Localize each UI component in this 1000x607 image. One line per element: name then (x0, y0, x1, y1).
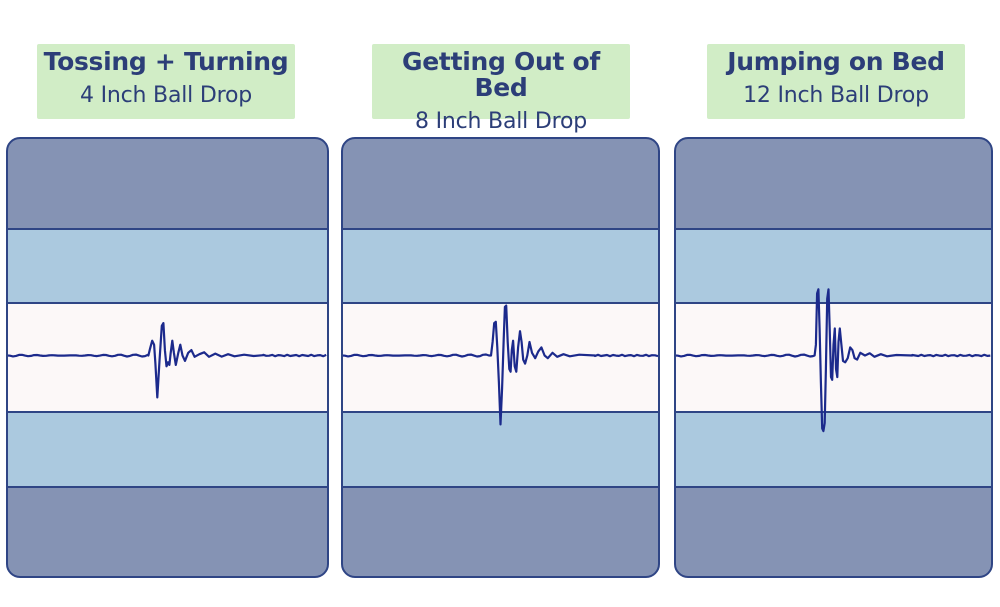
panel-title: Jumping on Bed (727, 47, 945, 76)
panel-label-getting-out-of-bed: Getting Out of Bed 8 Inch Ball Drop (372, 44, 630, 134)
panel-subtitle: 8 Inch Ball Drop (415, 109, 587, 134)
panel-title: Getting Out of Bed (402, 47, 600, 102)
waveform-line (676, 288, 991, 433)
mattress-motion-card-3 (674, 137, 993, 578)
vibration-waveform-chart (8, 322, 327, 399)
vibration-waveform-chart (676, 288, 991, 433)
panel-subtitle: 4 Inch Ball Drop (80, 83, 252, 108)
panel-title: Tossing + Turning (43, 47, 289, 76)
waveform-line (343, 304, 658, 426)
vibration-waveform-chart (343, 304, 658, 426)
panel-label-jumping-on-bed: Jumping on Bed 12 Inch Ball Drop (707, 44, 965, 119)
mattress-motion-card-2 (341, 137, 660, 578)
waveform-line (8, 322, 327, 399)
panel-subtitle: 12 Inch Ball Drop (743, 83, 929, 108)
panel-label-tossing-turning: Tossing + Turning 4 Inch Ball Drop (37, 44, 295, 119)
mattress-motion-card-1 (6, 137, 329, 578)
